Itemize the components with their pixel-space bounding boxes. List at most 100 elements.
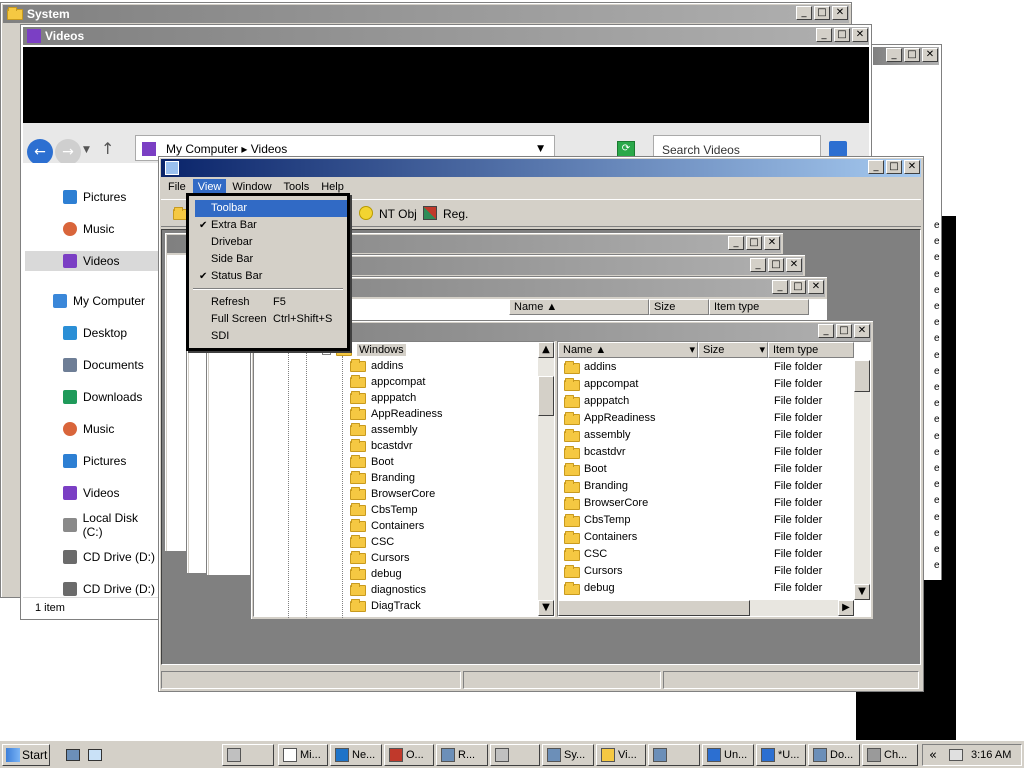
scroll-down-button[interactable]: ▼ [538, 600, 554, 616]
network-icon[interactable] [949, 749, 963, 761]
tree-vscrollbar[interactable]: ▲ ▼ [538, 342, 554, 616]
view-menu-item[interactable]: Refresh F5 [195, 294, 347, 311]
tree-item[interactable]: Branding [350, 470, 415, 486]
tree-item[interactable]: debug [350, 566, 402, 582]
back-button[interactable]: ← [27, 139, 53, 165]
taskbar-button[interactable]: *U... [756, 744, 806, 766]
child-window-front[interactable]: _ □ ✕ - Windows addinsappcompatapppatchA… [250, 320, 874, 620]
folder-tree[interactable]: - Windows addinsappcompatapppatchAppRead… [253, 341, 555, 618]
file-list[interactable]: Name ▲ ▾ Size ▾ Item type addins File folde… [557, 341, 871, 617]
tree-item[interactable]: assembly [350, 422, 417, 438]
close-button[interactable]: ✕ [852, 28, 868, 42]
address-segment[interactable]: My Computer [166, 142, 238, 156]
list-item[interactable]: Branding File folder [564, 479, 854, 496]
close-button[interactable]: ✕ [786, 258, 802, 272]
tree-item[interactable]: CbsTemp [350, 502, 417, 518]
taskbar-button[interactable]: Do... [808, 744, 860, 766]
taskbar-button[interactable]: Sy... [542, 744, 594, 766]
minimize-button[interactable]: _ [816, 28, 832, 42]
list-item[interactable]: apppatch File folder [564, 394, 854, 411]
taskbar-button[interactable] [648, 744, 700, 766]
minimize-button[interactable]: _ [886, 48, 902, 62]
tree-item[interactable]: Containers [350, 518, 424, 534]
column-header-type[interactable]: Item type [768, 342, 854, 358]
tree-item[interactable]: AppReadiness [350, 406, 443, 422]
maximize-button[interactable]: □ [814, 6, 830, 20]
quicklaunch-explorer-icon[interactable] [88, 749, 102, 761]
quicklaunch-desktop-icon[interactable] [66, 749, 80, 761]
taskbar-button[interactable]: Vi... [596, 744, 646, 766]
view-menu-item[interactable]: ✔ Extra Bar [195, 217, 347, 234]
nav-item[interactable]: CD Drive (D:) [63, 547, 155, 567]
list-item[interactable]: Containers File folder [564, 530, 854, 547]
view-menu-item[interactable]: Toolbar [195, 200, 347, 217]
minimize-button[interactable]: _ [868, 160, 884, 174]
view-menu-dropdown[interactable]: Toolbar ✔ Extra Bar Drivebar Side Bar ✔ Status… [186, 193, 350, 351]
list-item[interactable]: appcompat File folder [564, 377, 854, 394]
taskbar-button[interactable] [222, 744, 274, 766]
list-item[interactable]: BrowserCore File folder [564, 496, 854, 513]
close-button[interactable]: ✕ [808, 280, 824, 294]
nav-item[interactable]: Documents [63, 355, 144, 375]
view-menu-item[interactable]: Full Screen Ctrl+Shift+S [195, 311, 347, 328]
nav-item[interactable]: Pictures [63, 187, 126, 207]
list-item[interactable]: CbsTemp File folder [564, 513, 854, 530]
ntobj-icon[interactable] [359, 206, 373, 220]
column-header-name[interactable]: Name ▲ [509, 299, 649, 315]
view-menu-item[interactable]: Drivebar [195, 234, 347, 251]
videos-title-bar[interactable]: Videos [23, 27, 869, 45]
system-title-bar[interactable]: System [3, 5, 849, 23]
forward-button[interactable]: → [55, 139, 81, 165]
minimize-button[interactable]: _ [772, 280, 788, 294]
taskbar-button[interactable]: Un... [702, 744, 754, 766]
tree-item[interactable]: appcompat [350, 374, 425, 390]
tree-item[interactable]: Cursors [350, 550, 410, 566]
nav-item[interactable]: My Computer [53, 291, 145, 311]
tree-item[interactable]: CSC [350, 534, 394, 550]
maximize-button[interactable]: □ [746, 236, 762, 250]
list-vscrollbar[interactable]: ▼ [854, 360, 870, 600]
registry-button[interactable]: Reg. [443, 207, 468, 221]
list-item[interactable]: debug File folder [564, 581, 854, 598]
list-item[interactable]: assembly File folder [564, 428, 854, 445]
nav-item[interactable]: Videos [25, 251, 159, 271]
list-item[interactable]: addins File folder [564, 360, 854, 377]
up-button[interactable]: ↑ [101, 139, 114, 158]
close-button[interactable]: ✕ [922, 48, 938, 62]
tree-item[interactable]: addins [350, 358, 403, 374]
taskbar-button[interactable]: Mi... [278, 744, 328, 766]
tree-item[interactable]: BrowserCore [350, 486, 435, 502]
column-header-size[interactable]: Size [649, 299, 709, 315]
maximize-button[interactable]: □ [836, 324, 852, 338]
nav-item[interactable]: Videos [63, 483, 119, 503]
minimize-button[interactable]: _ [818, 324, 834, 338]
nav-item[interactable]: Music [63, 219, 114, 239]
close-button[interactable]: ✕ [854, 324, 870, 338]
tree-item[interactable]: DiagTrack [350, 598, 421, 614]
maximize-button[interactable]: □ [790, 280, 806, 294]
nav-item[interactable]: CD Drive (D:) [63, 579, 155, 599]
view-menu-item[interactable]: SDI [195, 328, 347, 345]
minimize-button[interactable]: _ [728, 236, 744, 250]
list-item[interactable]: bcastdvr File folder [564, 445, 854, 462]
maximize-button[interactable]: □ [904, 48, 920, 62]
refresh-button[interactable]: ⟳ [617, 141, 635, 157]
chevron-down-icon[interactable]: ▼ [83, 145, 90, 155]
column-header-size[interactable]: Size ▾ [698, 342, 768, 358]
nav-item[interactable]: Downloads [63, 387, 142, 407]
scroll-thumb[interactable] [538, 376, 554, 416]
view-menu-item[interactable]: ✔ Status Bar [195, 268, 347, 285]
address-segment[interactable]: Videos [251, 142, 287, 156]
list-item[interactable]: Boot File folder [564, 462, 854, 479]
taskbar-button[interactable] [490, 744, 540, 766]
nav-item[interactable]: Pictures [63, 451, 126, 471]
scroll-thumb[interactable] [558, 600, 750, 616]
scroll-right-button[interactable]: ▶ [838, 600, 854, 616]
scroll-thumb[interactable] [854, 360, 870, 392]
maximize-button[interactable]: □ [768, 258, 784, 272]
scroll-down-button[interactable]: ▼ [854, 584, 870, 600]
taskbar-button[interactable]: Ne... [330, 744, 382, 766]
taskbar-button[interactable]: R... [436, 744, 488, 766]
start-button[interactable]: Start [2, 744, 50, 766]
column-header-type[interactable]: Item type [709, 299, 809, 315]
